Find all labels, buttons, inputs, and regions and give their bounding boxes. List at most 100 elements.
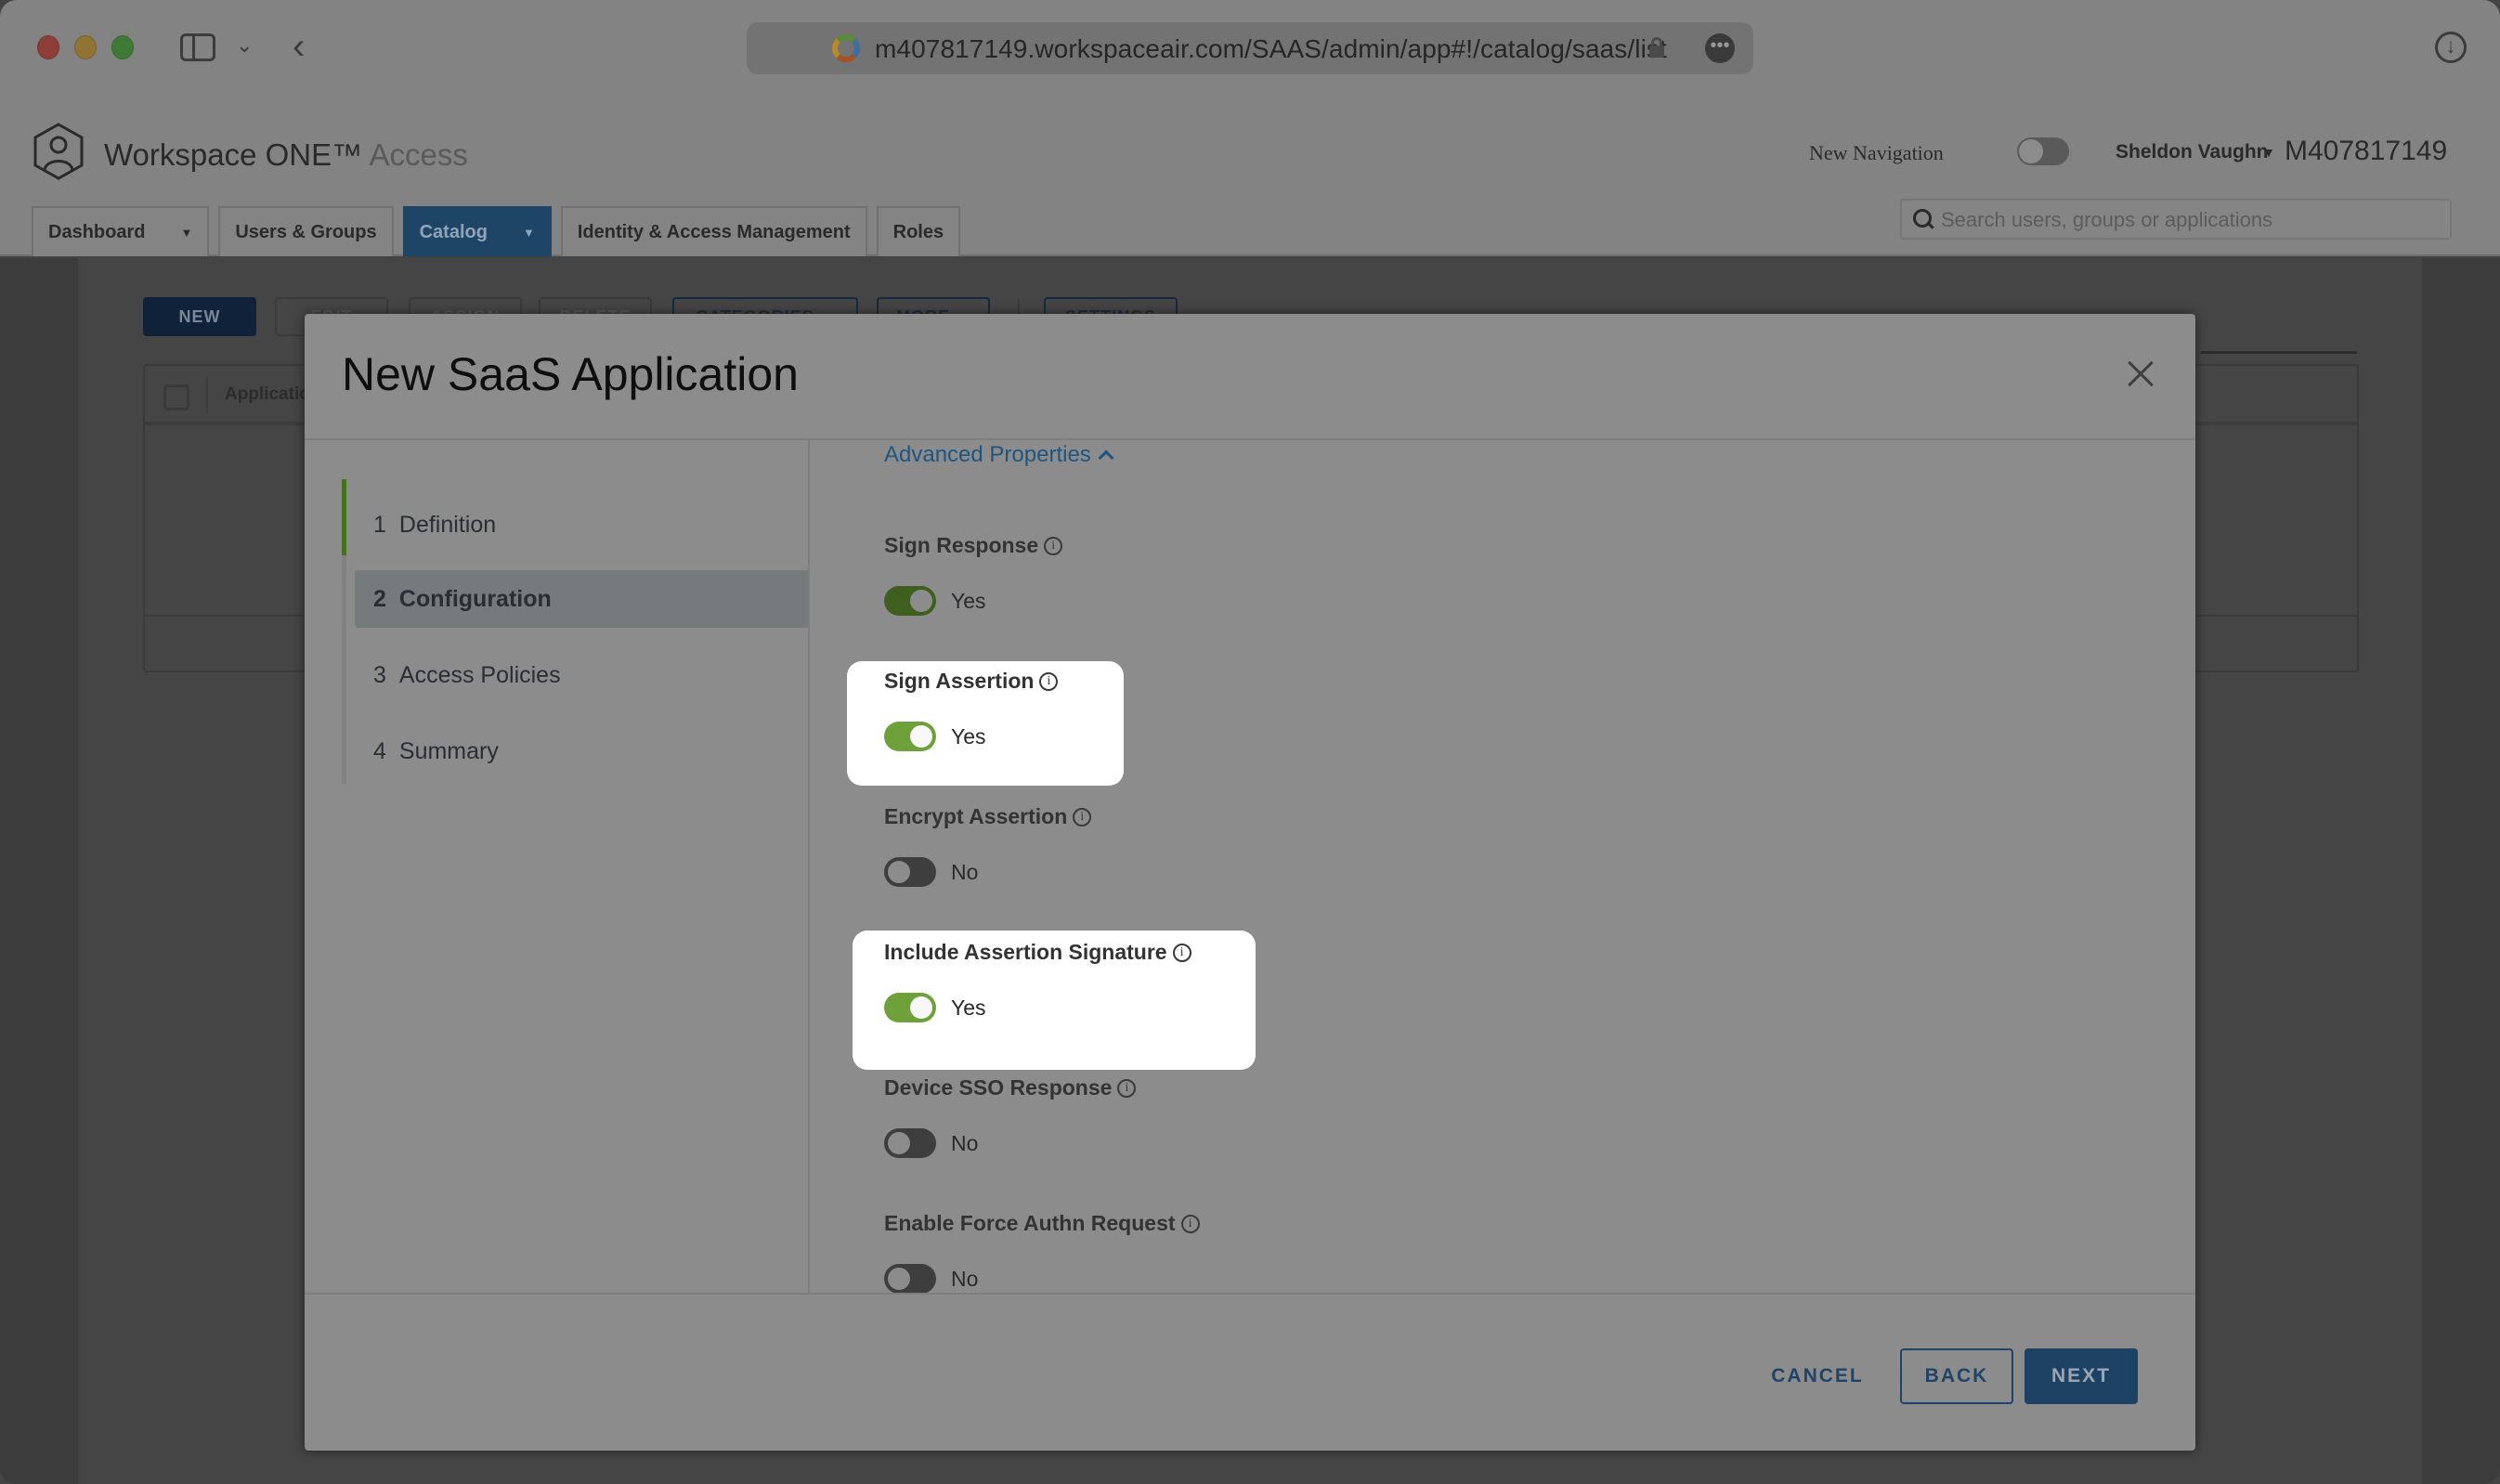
brand-name: Workspace ONE™ (104, 137, 363, 172)
download-icon[interactable]: ↓ (2435, 32, 2467, 63)
search-input[interactable] (1941, 206, 2442, 234)
main-nav: Dashboard ▼ Users & Groups Catalog ▼ Ide… (32, 206, 961, 256)
step-label: Configuration (398, 585, 552, 612)
modal-footer-divider (305, 1293, 2195, 1295)
nav-tab-label: Dashboard (48, 221, 146, 242)
nav-tab-label: Catalog (419, 221, 488, 242)
page-gutter-right (2422, 258, 2500, 1484)
workspace-one-logo-icon (33, 123, 84, 180)
next-button[interactable]: NEXT (2025, 1348, 2138, 1404)
chevron-up-icon (1098, 449, 1114, 466)
sign-assertion-toggle[interactable] (884, 722, 936, 751)
sign-response-toggle[interactable] (884, 586, 936, 616)
configuration-content: Advanced Properties Sign Response i Yes S… (810, 440, 2195, 1293)
nav-tab-roles[interactable]: Roles (876, 206, 961, 256)
new-navigation-label: New Navigation (1809, 141, 1944, 164)
new-saas-application-modal: New SaaS Application 1 Definition 2 Conf… (305, 314, 2195, 1451)
step-access-policies[interactable]: 3 Access Policies (355, 646, 808, 704)
app-brand: Workspace ONE™ Access (104, 137, 468, 173)
browser-window: ⌄ ‹ m407817149.workspaceair.com/SAAS/adm… (0, 0, 2500, 1484)
info-icon[interactable]: i (1117, 1078, 1137, 1098)
step-summary[interactable]: 4 Summary (355, 722, 808, 780)
select-all-checkbox[interactable] (163, 384, 189, 410)
toggle-value: Yes (951, 588, 986, 613)
field-label: Encrypt Assertion (884, 804, 1068, 828)
info-icon[interactable]: i (1073, 807, 1092, 827)
step-label: Definition (398, 511, 497, 538)
info-icon[interactable]: i (1039, 671, 1059, 691)
page-gutter-left (0, 258, 78, 1484)
search-icon (1913, 209, 1934, 229)
column-divider (206, 377, 208, 414)
step-number: 4 (373, 737, 386, 764)
user-menu[interactable]: Sheldon Vaughn (2116, 141, 2269, 163)
maximize-window-button[interactable] (111, 35, 134, 59)
field-label: Enable Force Authn Request (884, 1211, 1176, 1235)
close-window-button[interactable] (37, 35, 59, 59)
device-sso-response-toggle[interactable] (884, 1128, 936, 1158)
step-definition[interactable]: 1 Definition (355, 496, 808, 553)
enable-force-authn-request-toggle[interactable] (884, 1264, 936, 1293)
address-bar[interactable]: m407817149.workspaceair.com/SAAS/admin/a… (747, 22, 1753, 74)
nav-tab-dashboard[interactable]: Dashboard ▼ (32, 206, 210, 256)
site-favicon-icon (832, 34, 860, 62)
nav-tab-label: Identity & Access Management (577, 221, 851, 242)
step-configuration[interactable]: 2 Configuration (355, 570, 808, 628)
caret-down-icon: ▼ (180, 225, 193, 240)
toggle-value: No (951, 859, 979, 884)
nav-tab-identity-access[interactable]: Identity & Access Management (560, 206, 867, 256)
nav-tab-catalog[interactable]: Catalog ▼ (402, 206, 552, 256)
more-options-icon[interactable]: ••• (1705, 33, 1735, 63)
step-number: 2 (373, 585, 386, 612)
info-icon[interactable]: i (1172, 943, 1191, 962)
new-navigation-toggle[interactable] (2017, 137, 2069, 165)
field-sign-assertion: Sign Assertion i Yes (884, 669, 1059, 751)
info-icon[interactable]: i (1180, 1214, 1200, 1233)
back-button[interactable]: BACK (1900, 1348, 2013, 1404)
field-label: Sign Response (884, 533, 1039, 557)
sidebar-toggle-icon[interactable] (180, 33, 215, 61)
field-enable-force-authn-request: Enable Force Authn Request i No (884, 1211, 1200, 1293)
modal-title: New SaaS Application (342, 348, 799, 400)
step-label: Access Policies (398, 661, 561, 688)
toggle-value: Yes (951, 995, 986, 1020)
step-number: 3 (373, 661, 386, 688)
field-encrypt-assertion: Encrypt Assertion i No (884, 804, 1092, 887)
cancel-button[interactable]: CANCEL (1766, 1348, 1868, 1404)
toggle-value: No (951, 1130, 979, 1155)
caret-down-icon[interactable]: ▼ (2262, 145, 2275, 160)
lock-icon (1649, 37, 1664, 58)
chevron-down-icon[interactable]: ⌄ (236, 33, 253, 58)
step-label: Summary (398, 737, 499, 764)
browser-toolbar: ⌄ ‹ m407817149.workspaceair.com/SAAS/adm… (0, 0, 2500, 97)
tenant-name: M407817149 (2285, 136, 2448, 166)
advanced-properties-label: Advanced Properties (884, 442, 1091, 467)
minimize-window-button[interactable] (74, 35, 97, 59)
brand-suffix: Access (369, 137, 468, 172)
field-sign-response: Sign Response i Yes (884, 533, 1063, 616)
field-label: Device SSO Response (884, 1075, 1113, 1100)
toggle-value: No (951, 1266, 979, 1291)
advanced-properties-toggle[interactable]: Advanced Properties (884, 442, 1114, 468)
toggle-value: Yes (951, 723, 986, 749)
page-divider (2201, 351, 2357, 354)
field-label: Sign Assertion (884, 669, 1035, 693)
close-icon[interactable] (2127, 360, 2155, 388)
nav-tab-users-groups[interactable]: Users & Groups (218, 206, 394, 256)
field-device-sso-response: Device SSO Response i No (884, 1075, 1137, 1158)
url-text[interactable]: m407817149.workspaceair.com/SAAS/admin/a… (875, 34, 1667, 64)
info-icon[interactable]: i (1044, 536, 1063, 555)
include-assertion-signature-toggle[interactable] (884, 993, 936, 1022)
new-app-button[interactable]: NEW (143, 297, 256, 336)
field-include-assertion-signature: Include Assertion Signature i Yes (884, 940, 1191, 1022)
steps-progress (342, 479, 346, 555)
encrypt-assertion-toggle[interactable] (884, 857, 936, 887)
field-label: Include Assertion Signature (884, 940, 1167, 964)
nav-tab-label: Roles (892, 221, 944, 242)
back-arrow-icon[interactable]: ‹ (293, 26, 305, 68)
step-number: 1 (373, 511, 386, 538)
nav-tab-label: Users & Groups (235, 221, 377, 242)
global-search[interactable] (1900, 199, 2452, 240)
caret-down-icon: ▼ (522, 225, 535, 240)
app-header: Workspace ONE™ Access New Navigation She… (0, 97, 2500, 256)
